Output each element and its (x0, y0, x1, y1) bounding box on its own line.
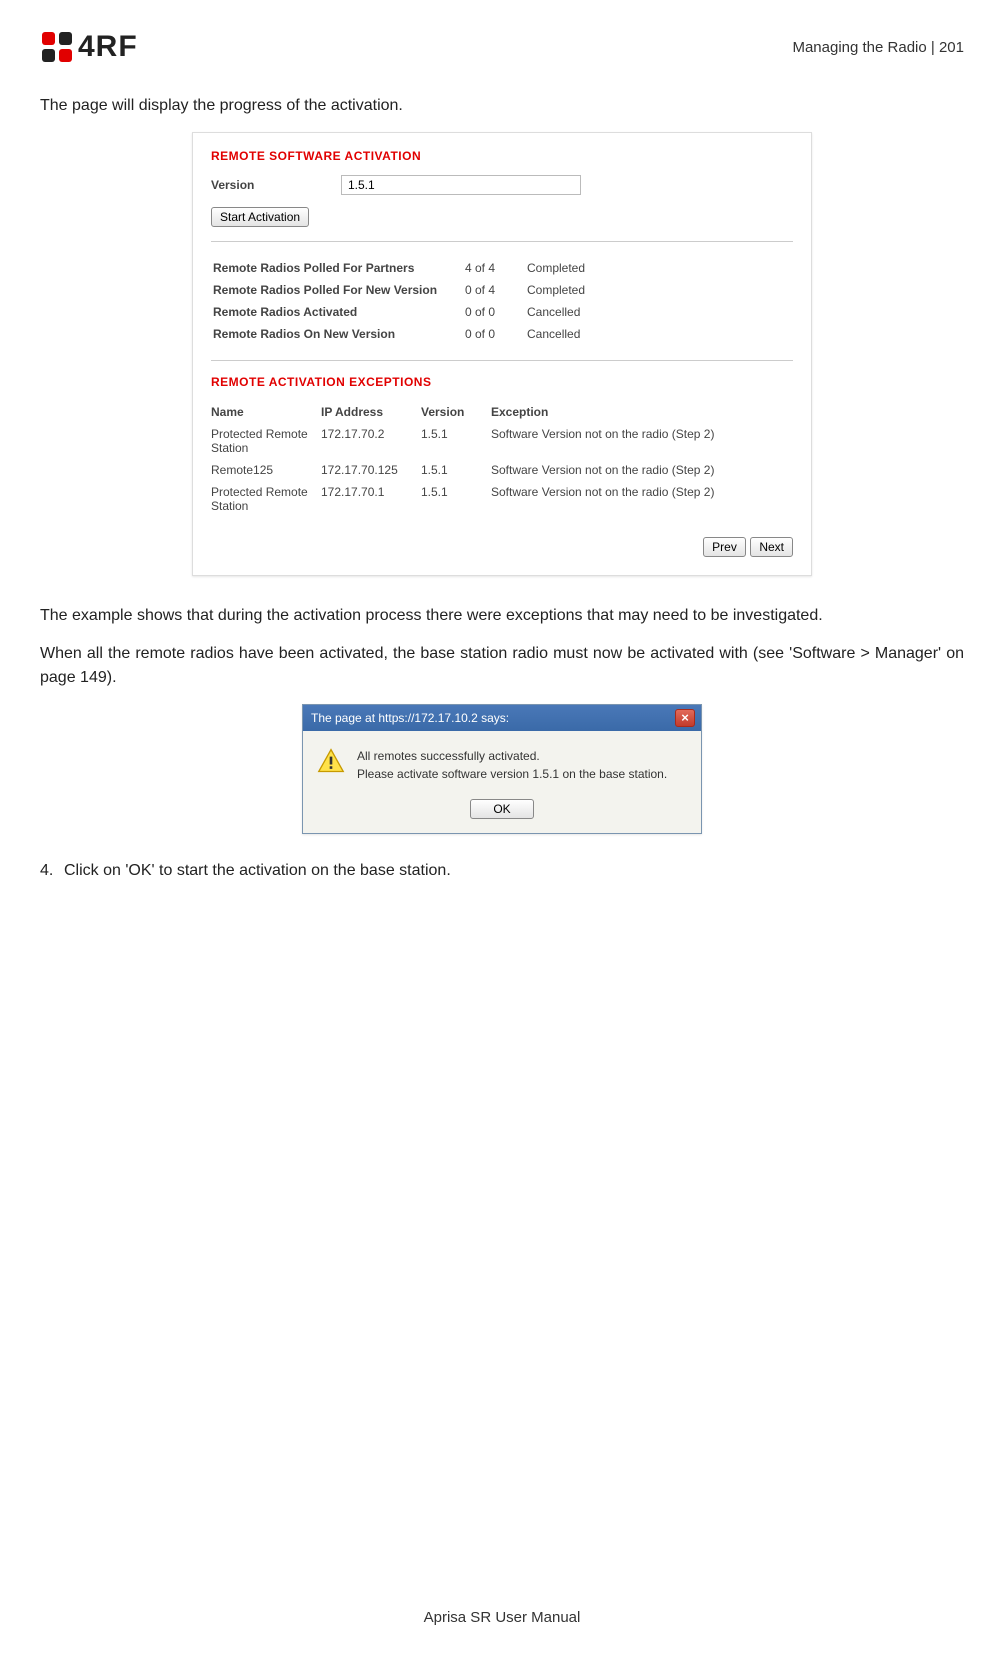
section-heading-exceptions: REMOTE ACTIVATION EXCEPTIONS (211, 375, 793, 389)
dialog-line: All remotes successfully activated. (357, 747, 667, 765)
exc-ip: 172.17.70.2 (321, 423, 421, 459)
dialog-line: Please activate software version 1.5.1 o… (357, 765, 667, 783)
progress-status: Cancelled (527, 324, 595, 344)
divider (211, 241, 793, 242)
progress-status: Completed (527, 258, 595, 278)
divider (211, 360, 793, 361)
progress-label: Remote Radios On New Version (213, 324, 463, 344)
progress-table: Remote Radios Polled For Partners 4 of 4… (211, 256, 597, 346)
exc-text: Software Version not on the radio (Step … (491, 481, 793, 517)
section-heading-activation: REMOTE SOFTWARE ACTIVATION (211, 149, 793, 163)
ok-button[interactable]: OK (470, 799, 533, 819)
close-icon[interactable]: × (675, 709, 695, 727)
intro-paragraph: The page will display the progress of th… (40, 94, 964, 118)
exc-version: 1.5.1 (421, 481, 491, 517)
brand-logo: 4RF (40, 30, 138, 64)
table-row: Remote Radios Polled For Partners 4 of 4… (213, 258, 595, 278)
progress-count: 0 of 4 (465, 280, 525, 300)
exc-ip: 172.17.70.1 (321, 481, 421, 517)
col-header-exception: Exception (491, 401, 793, 423)
progress-count: 0 of 0 (465, 302, 525, 322)
exc-name: Protected Remote Station (211, 423, 321, 459)
table-row: Remote Radios Polled For New Version 0 o… (213, 280, 595, 300)
step-number: 4. (40, 862, 64, 880)
exc-text: Software Version not on the radio (Step … (491, 459, 793, 481)
progress-label: Remote Radios Polled For Partners (213, 258, 463, 278)
progress-count: 0 of 0 (465, 324, 525, 344)
col-header-ip: IP Address (321, 401, 421, 423)
exc-version: 1.5.1 (421, 459, 491, 481)
version-input[interactable] (341, 175, 581, 195)
col-header-name: Name (211, 401, 321, 423)
exc-version: 1.5.1 (421, 423, 491, 459)
page-footer: Aprisa SR User Manual (0, 1609, 1004, 1626)
activation-panel: REMOTE SOFTWARE ACTIVATION Version Start… (192, 132, 812, 576)
dialog-title: The page at https://172.17.10.2 says: (311, 711, 509, 725)
table-row: Remote Radios On New Version 0 of 0 Canc… (213, 324, 595, 344)
step-4: 4. Click on 'OK' to start the activation… (40, 862, 964, 880)
table-row: Remote125 172.17.70.125 1.5.1 Software V… (211, 459, 793, 481)
progress-label: Remote Radios Polled For New Version (213, 280, 463, 300)
warning-icon (317, 747, 345, 775)
version-label: Version (211, 178, 341, 192)
col-header-version: Version (421, 401, 491, 423)
progress-count: 4 of 4 (465, 258, 525, 278)
exc-text: Software Version not on the radio (Step … (491, 423, 793, 459)
dialog-message: All remotes successfully activated. Plea… (357, 747, 667, 783)
progress-label: Remote Radios Activated (213, 302, 463, 322)
brand-icon (40, 30, 74, 64)
progress-status: Completed (527, 280, 595, 300)
page-header: 4RF Managing the Radio | 201 (40, 30, 964, 64)
next-button[interactable]: Next (750, 537, 793, 557)
exc-ip: 172.17.70.125 (321, 459, 421, 481)
start-activation-button[interactable]: Start Activation (211, 207, 309, 227)
paragraph-manager-ref: When all the remote radios have been act… (40, 642, 964, 690)
paragraph-exceptions: The example shows that during the activa… (40, 604, 964, 628)
alert-dialog: The page at https://172.17.10.2 says: × … (302, 704, 702, 834)
exc-name: Protected Remote Station (211, 481, 321, 517)
prev-button[interactable]: Prev (703, 537, 746, 557)
progress-status: Cancelled (527, 302, 595, 322)
page-reference: Managing the Radio | 201 (792, 39, 964, 56)
table-row: Protected Remote Station 172.17.70.2 1.5… (211, 423, 793, 459)
brand-text: 4RF (78, 30, 138, 64)
exceptions-table: Name IP Address Version Exception Protec… (211, 401, 793, 517)
table-row: Remote Radios Activated 0 of 0 Cancelled (213, 302, 595, 322)
exc-name: Remote125 (211, 459, 321, 481)
table-row: Protected Remote Station 172.17.70.1 1.5… (211, 481, 793, 517)
step-text: Click on 'OK' to start the activation on… (64, 862, 451, 880)
